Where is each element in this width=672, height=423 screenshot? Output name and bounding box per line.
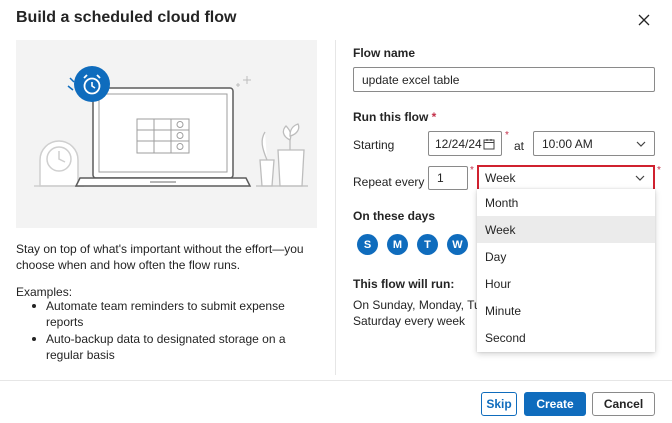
day-toggle-sunday[interactable]: S <box>357 234 378 255</box>
list-item: Auto-backup data to designated storage o… <box>30 331 320 363</box>
day-toggle-tuesday[interactable]: T <box>417 234 438 255</box>
option-minute[interactable]: Minute <box>477 297 655 324</box>
run-summary: On Sunday, Monday, Tuesc Saturday every … <box>353 297 477 329</box>
start-date-value: 12/24/24 <box>435 136 482 151</box>
frequency-dropdown: Month Week Day Hour Minute Second <box>477 189 655 352</box>
starting-label: Starting <box>353 138 395 152</box>
this-flow-will-run-label: This flow will run: <box>353 277 455 291</box>
vertical-divider <box>335 40 336 375</box>
option-hour[interactable]: Hour <box>477 270 655 297</box>
frequency-value: Week <box>485 171 516 185</box>
option-week[interactable]: Week <box>477 216 655 243</box>
footer-divider <box>0 380 672 381</box>
examples-list: Automate team reminders to submit expens… <box>30 298 320 364</box>
cancel-button[interactable]: Cancel <box>592 392 655 416</box>
option-month[interactable]: Month <box>477 189 655 216</box>
required-mark: * <box>505 130 509 141</box>
alarm-clock-badge-icon <box>67 66 110 102</box>
flow-description: Stay on top of what's important without … <box>16 242 304 272</box>
repeat-every-label: Repeat every <box>353 175 425 189</box>
start-date-input[interactable]: 12/24/24 <box>428 131 502 156</box>
flow-name-value: update excel table <box>362 72 460 87</box>
required-mark: * <box>470 165 474 176</box>
illustration <box>16 40 317 228</box>
day-toggle-wednesday[interactable]: W <box>447 234 468 255</box>
day-toggle-monday[interactable]: M <box>387 234 408 255</box>
run-summary-line: Saturday every week <box>353 314 466 328</box>
start-time-value: 10:00 AM <box>542 136 593 151</box>
examples-label: Examples: <box>16 285 73 299</box>
on-these-days-label: On these days <box>353 209 436 223</box>
dialog-title: Build a scheduled cloud flow <box>16 9 237 26</box>
calendar-icon[interactable] <box>483 138 495 150</box>
interval-value: 1 <box>437 171 444 185</box>
laptop-icon <box>74 87 252 187</box>
close-icon <box>638 14 650 26</box>
required-mark: * <box>431 110 437 124</box>
create-button[interactable]: Create <box>524 392 586 416</box>
chevron-down-icon <box>636 141 646 147</box>
flow-name-input[interactable]: update excel table <box>353 67 655 92</box>
sparkle-icon <box>236 76 251 87</box>
interval-input[interactable]: 1 <box>428 166 468 190</box>
desk-clock-icon <box>34 140 84 187</box>
at-label: at <box>514 139 525 153</box>
list-item: Automate team reminders to submit expens… <box>30 298 320 330</box>
option-second[interactable]: Second <box>477 324 655 351</box>
run-summary-line: On Sunday, Monday, Tuesc <box>353 298 477 312</box>
required-mark: * <box>657 165 661 176</box>
day-selector: S M T W <box>357 234 468 255</box>
skip-button[interactable]: Skip <box>481 392 517 416</box>
plant-icon <box>256 123 308 187</box>
frequency-select[interactable]: Week <box>477 165 655 191</box>
run-this-flow-label: Run this flow * <box>353 110 437 124</box>
option-day[interactable]: Day <box>477 243 655 270</box>
flow-name-label: Flow name <box>353 46 416 60</box>
start-time-select[interactable]: 10:00 AM <box>533 131 655 156</box>
close-button[interactable] <box>634 10 654 30</box>
chevron-down-icon <box>635 175 645 181</box>
